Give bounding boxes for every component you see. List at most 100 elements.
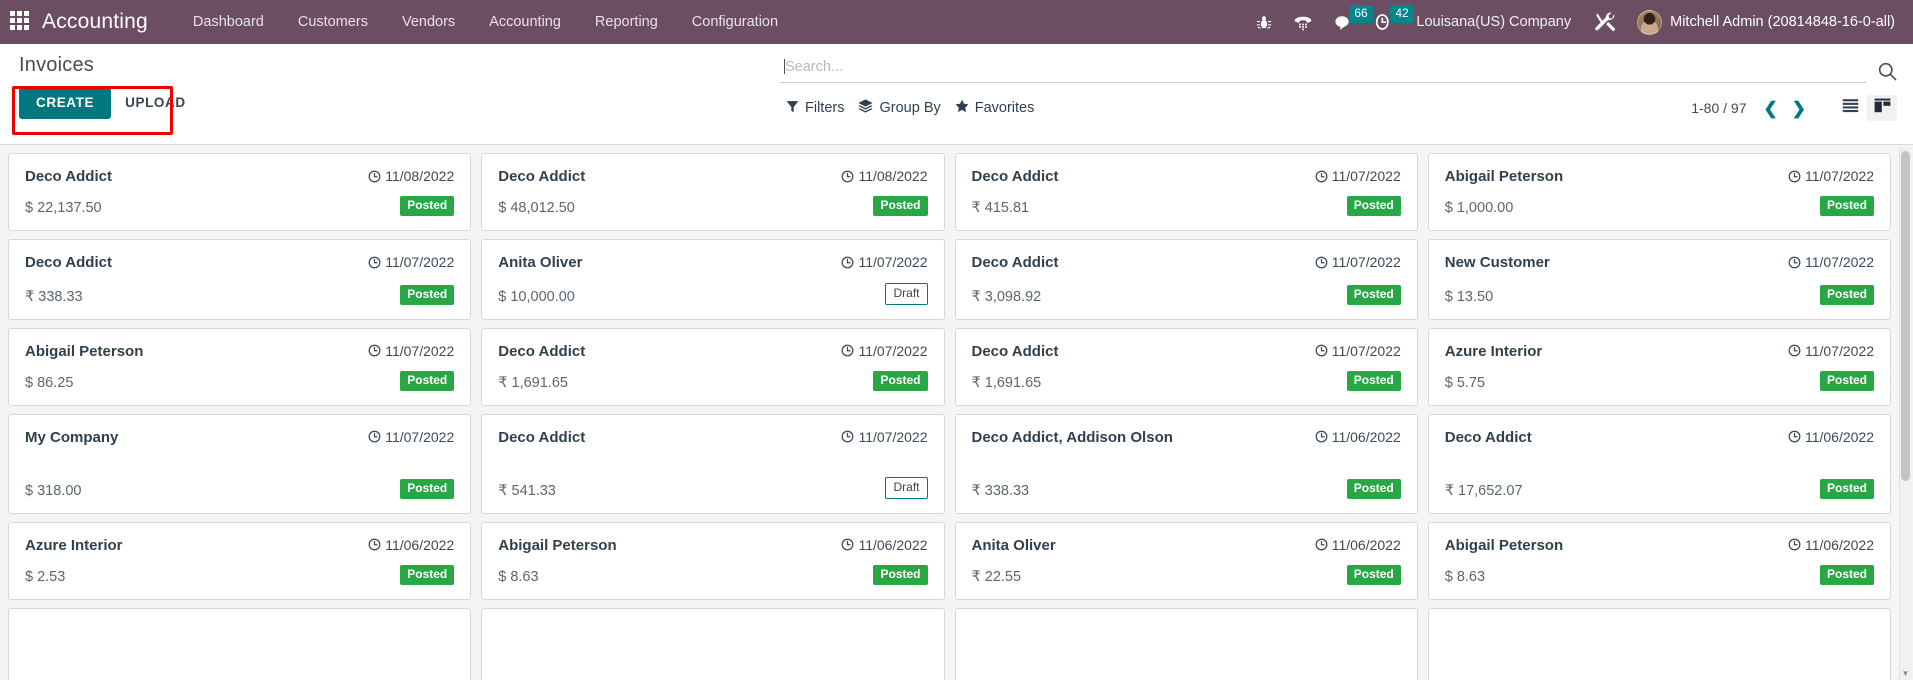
- menu-item-customers[interactable]: Customers: [281, 0, 385, 44]
- kanban-card-amount: $ 8.63: [498, 569, 539, 585]
- kanban-card-date-label: 11/06/2022: [1804, 428, 1874, 445]
- kanban-card[interactable]: Deco Addict, Addison Olson 11/06/2022 ₹ 33…: [954, 413, 1418, 514]
- list-view-button[interactable]: [1835, 95, 1865, 121]
- kanban-card[interactable]: Deco Addict 11/08/2022 $ 48,012.50 Posted: [481, 153, 945, 232]
- kanban-card[interactable]: Deco Addict 11/07/2022 ₹ 338.33 Posted: [8, 239, 472, 320]
- kanban-card-partner: Azure Interior: [25, 536, 123, 554]
- chevron-left-icon[interactable]: ❮: [1757, 98, 1785, 119]
- kanban-card-footer: ₹ 541.33 Draft: [498, 476, 928, 499]
- kanban-card-amount: $ 13.50: [1444, 288, 1494, 305]
- kanban-card[interactable]: Deco Addict 11/07/2022 ₹ 415.81 Posted: [954, 153, 1418, 232]
- star-icon: [955, 99, 969, 117]
- group-by-button[interactable]: Group By: [856, 95, 952, 121]
- dialpad-phone-icon[interactable]: [1283, 0, 1323, 44]
- kanban-card-header: [1445, 622, 1874, 623]
- kanban-card-amount: $ 2.53: [25, 569, 66, 585]
- search-wrapper[interactable]: [780, 56, 1866, 83]
- menu-item-dashboard[interactable]: Dashboard: [176, 0, 281, 44]
- kanban-card-date: 11/07/2022: [1315, 342, 1401, 359]
- kanban-card-date: 11/06/2022: [1315, 536, 1401, 553]
- kanban-area: Deco Addict 11/08/2022 $ 22,137.50 Posted De…: [0, 145, 1913, 680]
- kanban-card-date: 11/07/2022: [368, 342, 454, 359]
- control-panel-right: Filters Group By: [780, 44, 1913, 121]
- kanban-card-date-label: 11/07/2022: [385, 342, 455, 359]
- kanban-card-date: 11/08/2022: [368, 167, 454, 184]
- kanban-card[interactable]: Anita Oliver 11/06/2022 ₹ 22.55 Posted: [954, 521, 1418, 600]
- kanban-card-date-label: 11/07/2022: [1804, 254, 1874, 271]
- kanban-card[interactable]: Deco Addict 11/07/2022 ₹ 541.33 Draft: [481, 413, 945, 514]
- status-badge: Posted: [1819, 478, 1874, 499]
- bug-icon[interactable]: [1245, 0, 1283, 44]
- kanban-card-footer: $ 13.50 Posted: [1444, 284, 1874, 305]
- kanban-card-amount: ₹ 541.33: [498, 482, 556, 499]
- clock-icon: [1788, 256, 1801, 269]
- kanban-card-header: Deco Addict 11/07/2022: [498, 342, 927, 362]
- kanban-card-date-label: 11/07/2022: [1804, 342, 1874, 359]
- search-input[interactable]: [785, 58, 1862, 75]
- upload-button[interactable]: UPLOAD: [111, 88, 200, 118]
- kanban-card-date-label: 11/07/2022: [385, 254, 455, 271]
- clock-icon: [1788, 538, 1801, 551]
- kanban-card[interactable]: Azure Interior 11/07/2022 $ 5.75 Posted: [1427, 327, 1891, 406]
- control-panel-left: Invoices CREATE UPLOAD: [0, 44, 780, 119]
- kanban-card[interactable]: Abigail Peterson 11/06/2022 $ 8.63 Posted: [1427, 521, 1891, 600]
- kanban-card-footer: ₹ 22.55 Posted: [972, 565, 1401, 585]
- pager-range[interactable]: 1-80 / 97: [1691, 100, 1746, 116]
- menu-item-vendors[interactable]: Vendors: [385, 0, 472, 44]
- kanban-card-date: 11/07/2022: [1315, 167, 1401, 184]
- activities-counter[interactable]: 42: [1364, 0, 1414, 44]
- kanban-card[interactable]: Azure Interior 11/06/2022 $ 2.53 Posted: [8, 521, 472, 600]
- kanban-card-partner: Deco Addict: [498, 342, 586, 360]
- kanban-card[interactable]: Abigail Peterson 11/07/2022 $ 1,000.00 Post…: [1427, 153, 1891, 232]
- menu-item-reporting[interactable]: Reporting: [578, 0, 675, 44]
- company-switcher[interactable]: Louisana(US) Company: [1403, 0, 1584, 44]
- app-brand-accounting[interactable]: Accounting: [42, 10, 148, 34]
- user-menu[interactable]: Mitchell Admin (20814848-16-0-all): [1627, 0, 1899, 44]
- kanban-card[interactable]: [481, 608, 945, 680]
- kanban-card[interactable]: Anita Oliver 11/07/2022 $ 10,000.00 Draft: [481, 239, 945, 320]
- kanban-card-partner: Deco Addict: [971, 342, 1059, 360]
- kanban-card[interactable]: Deco Addict 11/07/2022 ₹ 1,691.65 Posted: [481, 327, 945, 406]
- filters-button[interactable]: Filters: [784, 96, 856, 121]
- kanban-card[interactable]: Deco Addict 11/07/2022 ₹ 1,691.65 Posted: [954, 327, 1418, 406]
- clock-icon: [1315, 170, 1328, 183]
- kanban-card[interactable]: [1427, 608, 1891, 680]
- group-by-label: Group By: [879, 100, 941, 116]
- menu-item-configuration[interactable]: Configuration: [675, 0, 795, 44]
- scrollbar-thumb[interactable]: [1901, 151, 1910, 481]
- kanban-card[interactable]: [954, 608, 1418, 680]
- kanban-card[interactable]: Deco Addict 11/07/2022 ₹ 3,098.92 Posted: [954, 239, 1418, 320]
- kanban-card-header: Deco Addict 11/07/2022: [972, 342, 1401, 362]
- apps-grid-icon[interactable]: [10, 11, 32, 33]
- kanban-card[interactable]: Abigail Peterson 11/07/2022 $ 86.25 Posted: [8, 327, 472, 406]
- kanban-view-button[interactable]: [1867, 95, 1897, 121]
- kanban-card[interactable]: Abigail Peterson 11/06/2022 $ 8.63 Posted: [481, 521, 945, 600]
- kanban-card-partner: Deco Addict: [498, 168, 586, 185]
- vertical-scrollbar[interactable]: ▲ ▼: [1899, 147, 1912, 680]
- kanban-card[interactable]: Deco Addict 11/08/2022 $ 22,137.50 Posted: [8, 153, 472, 232]
- kanban-card[interactable]: [8, 608, 472, 680]
- kanban-card-date-label: 11/07/2022: [858, 254, 928, 271]
- chevron-right-icon[interactable]: ❯: [1785, 98, 1813, 119]
- menu-item-accounting[interactable]: Accounting: [472, 0, 578, 44]
- kanban-card-partner: Abigail Peterson: [1444, 536, 1564, 554]
- kanban-card-header: Abigail Peterson 11/06/2022: [498, 536, 927, 556]
- kanban-card[interactable]: My Company 11/07/2022 $ 318.00 Posted: [8, 413, 472, 514]
- messages-counter[interactable]: 66: [1323, 0, 1373, 44]
- create-button[interactable]: CREATE: [19, 87, 112, 119]
- search-icon[interactable]: [1878, 62, 1897, 83]
- clock-icon: [841, 170, 854, 183]
- status-badge: Posted: [1346, 565, 1401, 585]
- wrench-screwdriver-icon[interactable]: [1584, 0, 1627, 44]
- clock-icon: [368, 170, 381, 183]
- kanban-card-partner: Azure Interior: [1444, 342, 1543, 360]
- clock-icon: [841, 538, 854, 551]
- kanban-card-footer: ₹ 338.33 Posted: [972, 478, 1401, 499]
- kanban-card-footer: $ 8.63 Posted: [498, 565, 928, 585]
- kanban-card[interactable]: Deco Addict 11/06/2022 ₹ 17,652.07 Posted: [1427, 413, 1891, 514]
- clock-icon: [841, 430, 854, 443]
- scroll-down-arrow[interactable]: ▼: [1901, 670, 1910, 678]
- kanban-card[interactable]: New Customer 11/07/2022 $ 13.50 Posted: [1427, 239, 1891, 320]
- kanban-card-footer: $ 10,000.00 Draft: [498, 282, 928, 305]
- favorites-button[interactable]: Favorites: [953, 95, 1047, 121]
